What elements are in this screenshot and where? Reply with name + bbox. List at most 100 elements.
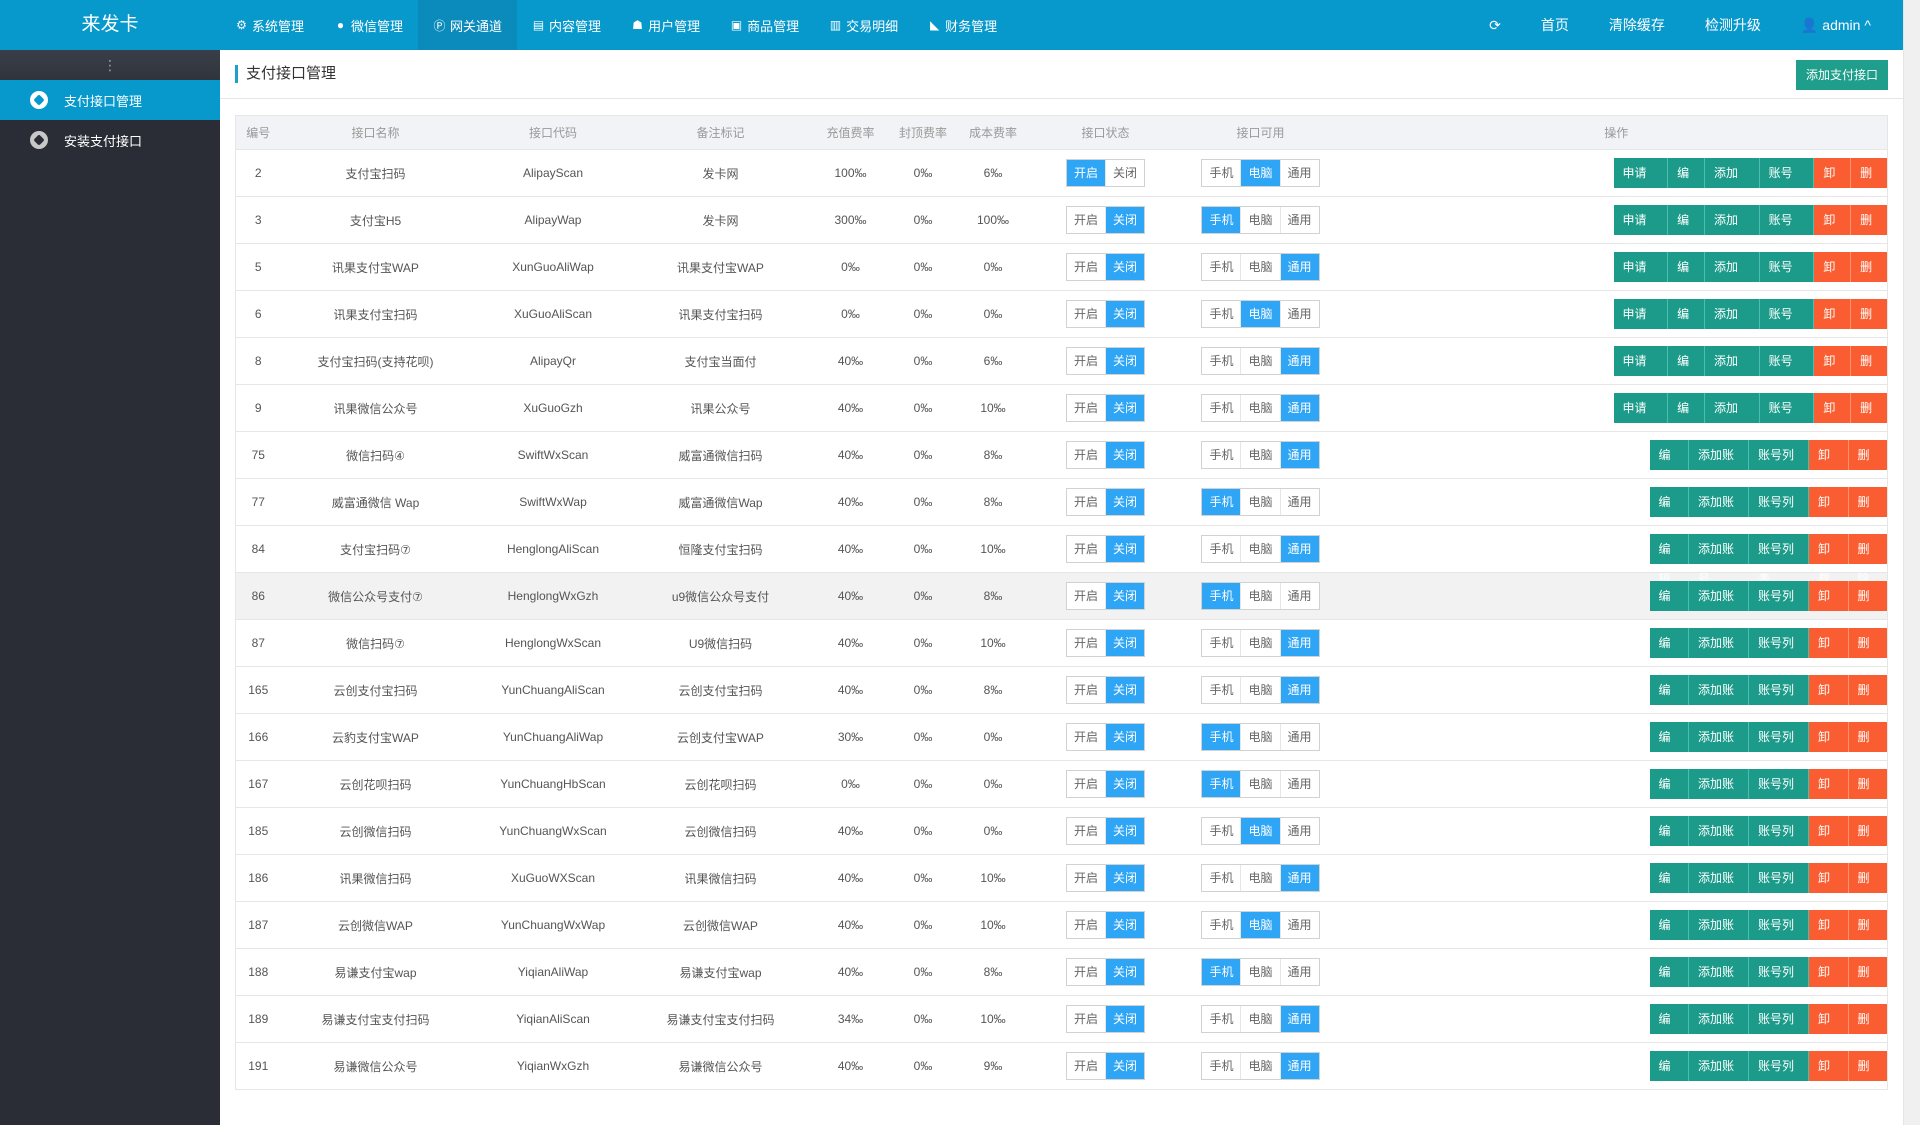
availability-universal-toggle[interactable]: 通用 [1279, 818, 1319, 844]
status-off-toggle[interactable]: 关闭 [1105, 207, 1145, 233]
nav-item-1[interactable]: ● 微信管理 [319, 0, 418, 50]
uninstall-button[interactable]: 卸载 [1814, 393, 1852, 445]
add-account-button[interactable]: 添加账号 [1705, 205, 1760, 257]
status-off-toggle[interactable]: 关闭 [1105, 348, 1145, 374]
availability-universal-toggle[interactable]: 通用 [1279, 254, 1319, 280]
edit-button[interactable]: 编辑 [1668, 252, 1705, 304]
edit-button[interactable]: 编辑 [1649, 675, 1689, 727]
status-on-toggle[interactable]: 开启 [1066, 348, 1105, 374]
availability-universal-toggle[interactable]: 通用 [1279, 912, 1319, 938]
status-on-toggle[interactable]: 开启 [1066, 442, 1105, 468]
edit-button[interactable]: 编辑 [1649, 1004, 1689, 1056]
status-off-toggle[interactable]: 关闭 [1105, 254, 1145, 280]
availability-pc-toggle[interactable]: 电脑 [1240, 254, 1280, 280]
status-off-toggle[interactable]: 关闭 [1105, 630, 1145, 656]
availability-universal-toggle[interactable]: 通用 [1279, 959, 1319, 985]
add-account-button[interactable]: 添加账号 [1689, 628, 1749, 680]
availability-mobile-toggle[interactable]: 手机 [1202, 1053, 1241, 1079]
apply-address-button[interactable]: 申请地址 [1613, 393, 1669, 445]
nav-item-6[interactable]: ▥ 交易明细 [814, 0, 913, 50]
status-on-toggle[interactable]: 开启 [1066, 254, 1105, 280]
uninstall-button[interactable]: 卸载 [1809, 722, 1849, 774]
status-on-toggle[interactable]: 开启 [1066, 301, 1105, 327]
uninstall-button[interactable]: 卸载 [1809, 1004, 1849, 1056]
availability-mobile-toggle[interactable]: 手机 [1202, 348, 1241, 374]
status-on-toggle[interactable]: 开启 [1066, 677, 1105, 703]
availability-universal-toggle[interactable]: 通用 [1279, 301, 1319, 327]
add-account-button[interactable]: 添加账号 [1705, 393, 1760, 445]
availability-mobile-toggle[interactable]: 手机 [1202, 724, 1241, 750]
status-off-toggle[interactable]: 关闭 [1105, 912, 1145, 938]
delete-button[interactable]: 删除 [1848, 957, 1887, 1009]
status-on-toggle[interactable]: 开启 [1066, 724, 1105, 750]
account-list-button[interactable]: 账号列表 [1749, 487, 1809, 539]
uninstall-button[interactable]: 卸载 [1814, 158, 1852, 210]
status-on-toggle[interactable]: 开启 [1066, 818, 1105, 844]
availability-universal-toggle[interactable]: 通用 [1279, 1006, 1319, 1032]
uninstall-button[interactable]: 卸载 [1809, 816, 1849, 868]
nav-item-7[interactable]: ◣ 财务管理 [913, 0, 1012, 50]
nav-item-2[interactable]: Ⓟ 网关通道 [418, 0, 518, 50]
delete-button[interactable]: 删除 [1851, 252, 1887, 304]
availability-mobile-toggle[interactable]: 手机 [1202, 912, 1241, 938]
status-off-toggle[interactable]: 关闭 [1105, 583, 1145, 609]
status-on-toggle[interactable]: 开启 [1066, 1053, 1105, 1079]
availability-pc-toggle[interactable]: 电脑 [1240, 771, 1280, 797]
account-list-button[interactable]: 账号列表 [1759, 252, 1815, 304]
availability-mobile-toggle[interactable]: 手机 [1202, 207, 1241, 233]
availability-mobile-toggle[interactable]: 手机 [1202, 959, 1241, 985]
availability-universal-toggle[interactable]: 通用 [1279, 442, 1319, 468]
availability-universal-toggle[interactable]: 通用 [1279, 724, 1319, 750]
edit-button[interactable]: 编辑 [1668, 205, 1705, 257]
nav-item-4[interactable]: ☗ 用户管理 [616, 0, 715, 50]
sidebar-item-interface-management[interactable]: 支付接口管理 [0, 80, 220, 120]
availability-universal-toggle[interactable]: 通用 [1279, 583, 1319, 609]
home-link[interactable]: 首页 [1521, 15, 1589, 35]
status-off-toggle[interactable]: 关闭 [1105, 1053, 1145, 1079]
availability-universal-toggle[interactable]: 通用 [1279, 348, 1319, 374]
status-off-toggle[interactable]: 关闭 [1105, 865, 1145, 891]
availability-mobile-toggle[interactable]: 手机 [1202, 771, 1241, 797]
availability-universal-toggle[interactable]: 通用 [1279, 489, 1319, 515]
uninstall-button[interactable]: 卸载 [1814, 252, 1852, 304]
check-update-link[interactable]: 检测升级 [1685, 15, 1781, 35]
delete-button[interactable]: 删除 [1848, 816, 1887, 868]
status-off-toggle[interactable]: 关闭 [1105, 1006, 1145, 1032]
availability-pc-toggle[interactable]: 电脑 [1240, 583, 1280, 609]
status-on-toggle[interactable]: 开启 [1066, 912, 1105, 938]
status-on-toggle[interactable]: 开启 [1066, 959, 1105, 985]
status-on-toggle[interactable]: 开启 [1066, 489, 1105, 515]
account-list-button[interactable]: 账号列表 [1759, 205, 1815, 257]
nav-item-3[interactable]: ▤ 内容管理 [517, 0, 616, 50]
status-on-toggle[interactable]: 开启 [1066, 160, 1105, 186]
status-on-toggle[interactable]: 开启 [1066, 630, 1105, 656]
delete-button[interactable]: 删除 [1848, 1051, 1887, 1103]
status-on-toggle[interactable]: 开启 [1066, 865, 1105, 891]
availability-universal-toggle[interactable]: 通用 [1279, 207, 1319, 233]
edit-button[interactable]: 编辑 [1649, 816, 1689, 868]
account-list-button[interactable]: 账号列表 [1749, 1051, 1809, 1103]
account-list-button[interactable]: 账号列表 [1749, 534, 1809, 586]
delete-button[interactable]: 删除 [1851, 205, 1887, 257]
add-account-button[interactable]: 添加账号 [1689, 957, 1749, 1009]
account-list-button[interactable]: 账号列表 [1749, 957, 1809, 1009]
delete-button[interactable]: 删除 [1848, 628, 1887, 680]
account-list-button[interactable]: 账号列表 [1749, 816, 1809, 868]
delete-button[interactable]: 删除 [1851, 158, 1887, 210]
account-list-button[interactable]: 账号列表 [1749, 863, 1809, 915]
status-on-toggle[interactable]: 开启 [1066, 771, 1105, 797]
availability-pc-toggle[interactable]: 电脑 [1240, 348, 1280, 374]
availability-pc-toggle[interactable]: 电脑 [1240, 865, 1280, 891]
availability-pc-toggle[interactable]: 电脑 [1240, 301, 1280, 327]
availability-mobile-toggle[interactable]: 手机 [1202, 160, 1241, 186]
availability-pc-toggle[interactable]: 电脑 [1240, 395, 1280, 421]
status-on-toggle[interactable]: 开启 [1066, 583, 1105, 609]
add-account-button[interactable]: 添加账号 [1689, 440, 1749, 492]
delete-button[interactable]: 删除 [1848, 863, 1887, 915]
account-list-button[interactable]: 账号列表 [1759, 299, 1815, 351]
status-on-toggle[interactable]: 开启 [1066, 395, 1105, 421]
status-off-toggle[interactable]: 关闭 [1105, 771, 1145, 797]
uninstall-button[interactable]: 卸载 [1809, 957, 1849, 1009]
add-account-button[interactable]: 添加账号 [1689, 1051, 1749, 1103]
delete-button[interactable]: 删除 [1848, 581, 1887, 633]
